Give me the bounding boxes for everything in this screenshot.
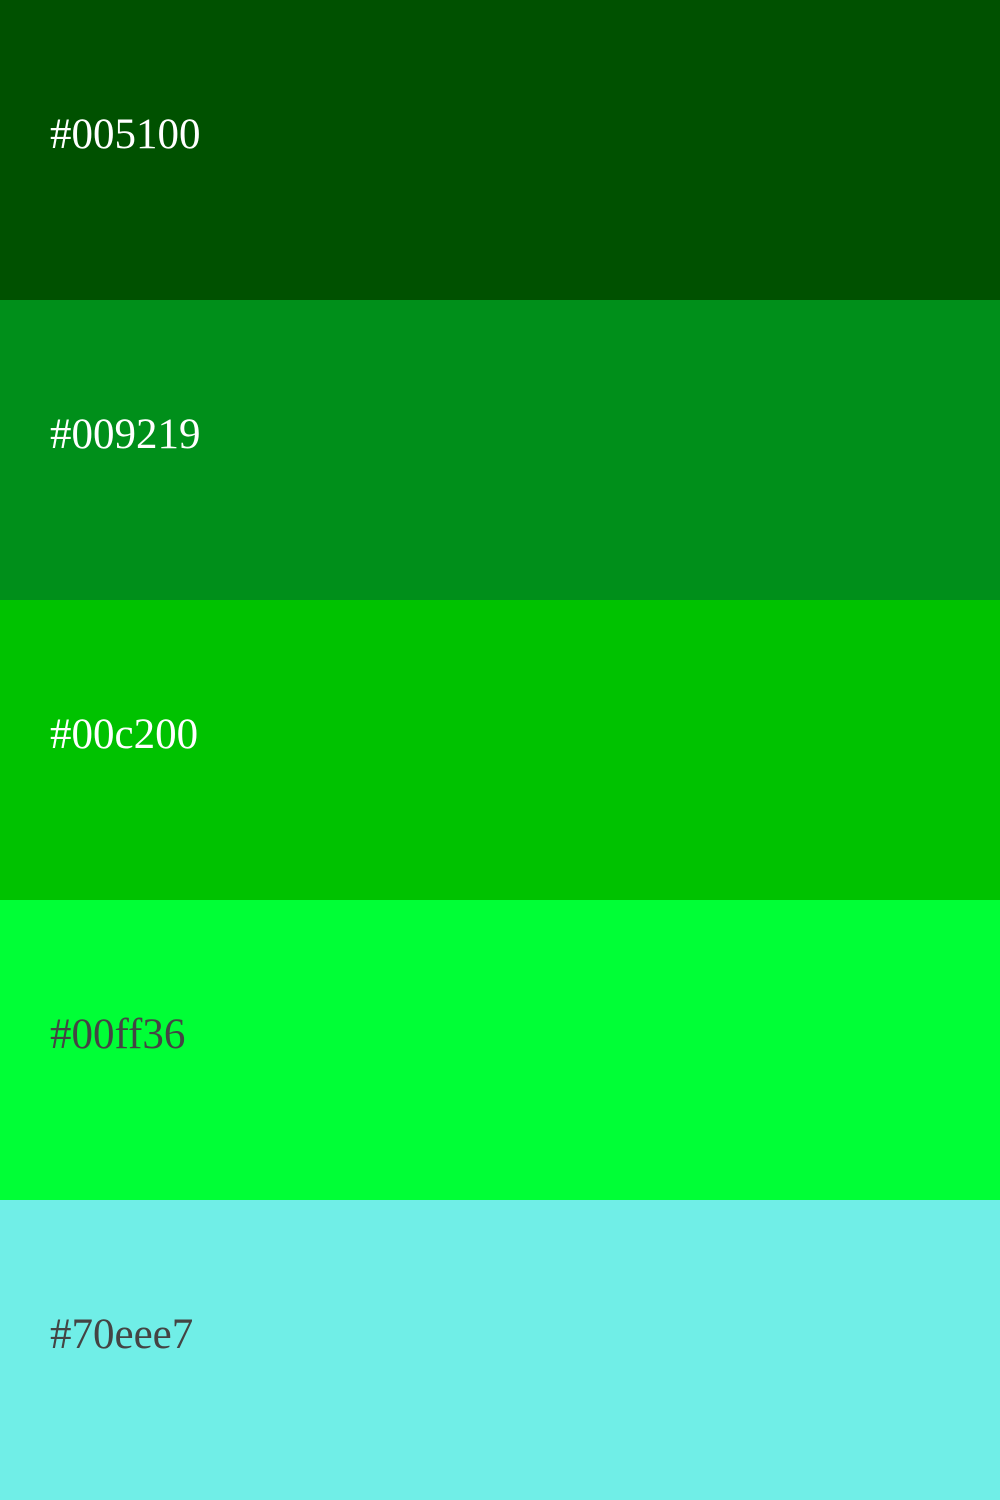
color-swatch-3: #00c200 [0, 600, 1000, 900]
color-swatch-4: #00ff36 [0, 900, 1000, 1200]
color-swatch-2: #009219 [0, 300, 1000, 600]
color-hex-label: #005100 [50, 111, 201, 158]
color-palette: #005100 #009219 #00c200 #00ff36 #70eee7 [0, 0, 1000, 1500]
color-swatch-5: #70eee7 [0, 1200, 1000, 1500]
color-hex-label: #00c200 [50, 711, 199, 758]
color-hex-label: #009219 [50, 411, 201, 458]
color-hex-label: #00ff36 [50, 1011, 186, 1058]
color-hex-label: #70eee7 [50, 1311, 194, 1358]
color-swatch-1: #005100 [0, 0, 1000, 300]
